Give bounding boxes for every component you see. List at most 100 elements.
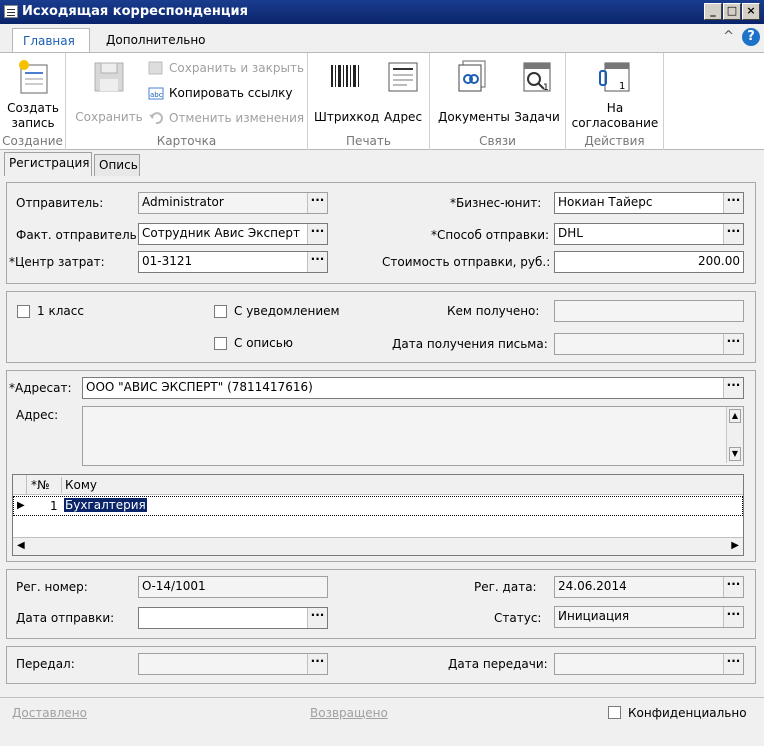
scroll-down-icon[interactable]: ▼ — [729, 447, 741, 461]
documents-icon — [455, 57, 491, 95]
close-button[interactable]: × — [742, 3, 760, 20]
received-date-field[interactable]: ··· — [554, 333, 744, 355]
sender-lookup-button[interactable]: ··· — [307, 193, 327, 213]
status-field[interactable]: Инициация ··· — [554, 606, 744, 628]
returned-link[interactable]: Возвращено — [310, 706, 388, 720]
confidential-checkbox[interactable] — [608, 706, 621, 719]
handed-date-field[interactable]: ··· — [554, 653, 744, 675]
received-by-label: Кем получено: — [447, 304, 540, 318]
status-lookup-button[interactable]: ··· — [723, 607, 743, 627]
reg-date-picker-button[interactable]: ··· — [723, 577, 743, 597]
save-icon — [91, 57, 127, 95]
tab-registration[interactable]: Регистрация — [4, 152, 92, 176]
title-bar: Исходящая корреспонденция _ □ × — [0, 0, 764, 24]
collapse-ribbon-icon[interactable]: ^ — [723, 29, 734, 44]
row-pointer-icon: ▶ — [17, 500, 25, 511]
group-create: Создать запись Создание — [0, 53, 66, 150]
cost-center-value: 01-3121 — [142, 254, 193, 268]
documents-button[interactable]: Документы — [438, 57, 510, 125]
maximize-button[interactable]: □ — [723, 3, 741, 20]
copy-link-button[interactable]: abc Копировать ссылку — [148, 84, 292, 102]
ship-method-lookup-button[interactable]: ··· — [723, 224, 743, 244]
reg-number-label: Рег. номер: — [16, 580, 88, 594]
business-unit-field[interactable]: Нокиан Тайерс ··· — [554, 192, 744, 214]
barcode-button[interactable]: Штрихкод — [314, 57, 380, 125]
save-button[interactable]: Сохранить — [74, 57, 144, 125]
received-date-picker-button[interactable]: ··· — [723, 334, 743, 354]
table-row[interactable]: ▶ 1 Бухгалтерия — [13, 496, 743, 516]
to-approval-button[interactable]: 1 На согласование — [570, 57, 660, 131]
ship-method-field[interactable]: DHL ··· — [554, 223, 744, 245]
address-icon — [385, 57, 421, 95]
row-recipient[interactable]: Бухгалтерия — [64, 498, 147, 512]
address-button[interactable]: Адрес — [380, 57, 426, 125]
business-unit-label: *Бизнес-юнит: — [450, 196, 542, 210]
grid-hscrollbar[interactable]: ◀ ▶ — [13, 537, 743, 555]
help-icon[interactable]: ? — [742, 28, 760, 46]
actual-sender-label: Факт. отправитель: — [16, 228, 141, 242]
documents-label: Документы — [438, 110, 510, 124]
col-number-header[interactable]: *№ — [31, 478, 49, 492]
create-record-button[interactable]: Создать запись — [4, 57, 62, 131]
reg-number-field[interactable]: О-14/1001 — [138, 576, 328, 598]
svg-text:1: 1 — [543, 83, 549, 93]
actual-sender-field[interactable]: Сотрудник Авис Эксперт ··· — [138, 223, 328, 245]
send-date-field[interactable]: ··· — [138, 607, 328, 629]
save-close-button[interactable]: Сохранить и закрыть — [148, 59, 304, 77]
recipients-grid: *№ Кому ▶ 1 Бухгалтерия ◀ ▶ — [12, 474, 744, 556]
handed-date-label: Дата передачи: — [448, 657, 548, 671]
status-label: Статус: — [494, 611, 542, 625]
address-textarea[interactable]: ▲ ▼ — [82, 406, 744, 466]
col-divider — [61, 477, 62, 493]
sender-value: Administrator — [142, 195, 224, 209]
tab-additional[interactable]: Дополнительно — [96, 28, 216, 52]
window-icon — [4, 5, 18, 18]
ship-cost-field[interactable]: 200.00 — [554, 251, 744, 273]
business-unit-lookup-button[interactable]: ··· — [723, 193, 743, 213]
minimize-button[interactable]: _ — [704, 3, 722, 20]
to-approval-label: На согласование — [571, 101, 659, 130]
undo-changes-label: Отменить изменения — [169, 111, 305, 125]
address-scrollbar[interactable]: ▲ ▼ — [726, 407, 743, 463]
send-date-picker-button[interactable]: ··· — [307, 608, 327, 628]
address-field-label: Адрес: — [16, 408, 59, 422]
tab-main[interactable]: Главная — [12, 28, 90, 52]
addressee-label: *Адресат: — [9, 381, 72, 395]
reg-date-field[interactable]: 24.06.2014 ··· — [554, 576, 744, 598]
status-value: Инициация — [558, 609, 630, 623]
actual-sender-value: Сотрудник Авис Эксперт — [142, 226, 300, 240]
scroll-left-icon[interactable]: ◀ — [17, 540, 25, 551]
handed-date-picker-button[interactable]: ··· — [723, 654, 743, 674]
actual-sender-lookup-button[interactable]: ··· — [307, 224, 327, 244]
reg-date-label: Рег. дата: — [474, 580, 537, 594]
grid-header: *№ Кому — [13, 475, 743, 495]
group-card: Сохранить Сохранить и закрыть abc Копиро… — [66, 53, 308, 150]
barcode-label: Штрихкод — [314, 110, 380, 124]
group-actions-label: Действия — [584, 134, 645, 148]
ribbon-tabs: Главная Дополнительно — [0, 24, 764, 52]
footer-bar — [0, 697, 764, 746]
first-class-label: 1 класс — [37, 304, 84, 318]
tab-inventory[interactable]: Опись — [94, 154, 140, 176]
handed-by-field[interactable]: ··· — [138, 653, 328, 675]
delivered-link[interactable]: Доставлено — [12, 706, 87, 720]
addressee-lookup-button[interactable]: ··· — [723, 378, 743, 398]
cost-center-field[interactable]: 01-3121 ··· — [138, 251, 328, 273]
tasks-button[interactable]: 1 Задачи — [512, 57, 562, 125]
scroll-right-icon[interactable]: ▶ — [731, 540, 739, 551]
undo-changes-button[interactable]: Отменить изменения — [148, 109, 304, 127]
with-notice-checkbox[interactable] — [214, 305, 227, 318]
with-inventory-checkbox[interactable] — [214, 337, 227, 350]
scroll-up-icon[interactable]: ▲ — [729, 409, 741, 423]
cost-center-lookup-button[interactable]: ··· — [307, 252, 327, 272]
row-number: 1 — [50, 499, 58, 513]
barcode-icon — [327, 57, 363, 95]
handed-by-lookup-button[interactable]: ··· — [307, 654, 327, 674]
first-class-checkbox[interactable] — [17, 305, 30, 318]
sender-field[interactable]: Administrator ··· — [138, 192, 328, 214]
col-to-header[interactable]: Кому — [65, 478, 97, 492]
new-record-icon — [15, 57, 51, 95]
addressee-field[interactable]: ООО "АВИС ЭКСПЕРТ" (7811417616) ··· — [82, 377, 744, 399]
link-icon: abc — [148, 86, 164, 100]
received-by-field[interactable] — [554, 300, 744, 322]
